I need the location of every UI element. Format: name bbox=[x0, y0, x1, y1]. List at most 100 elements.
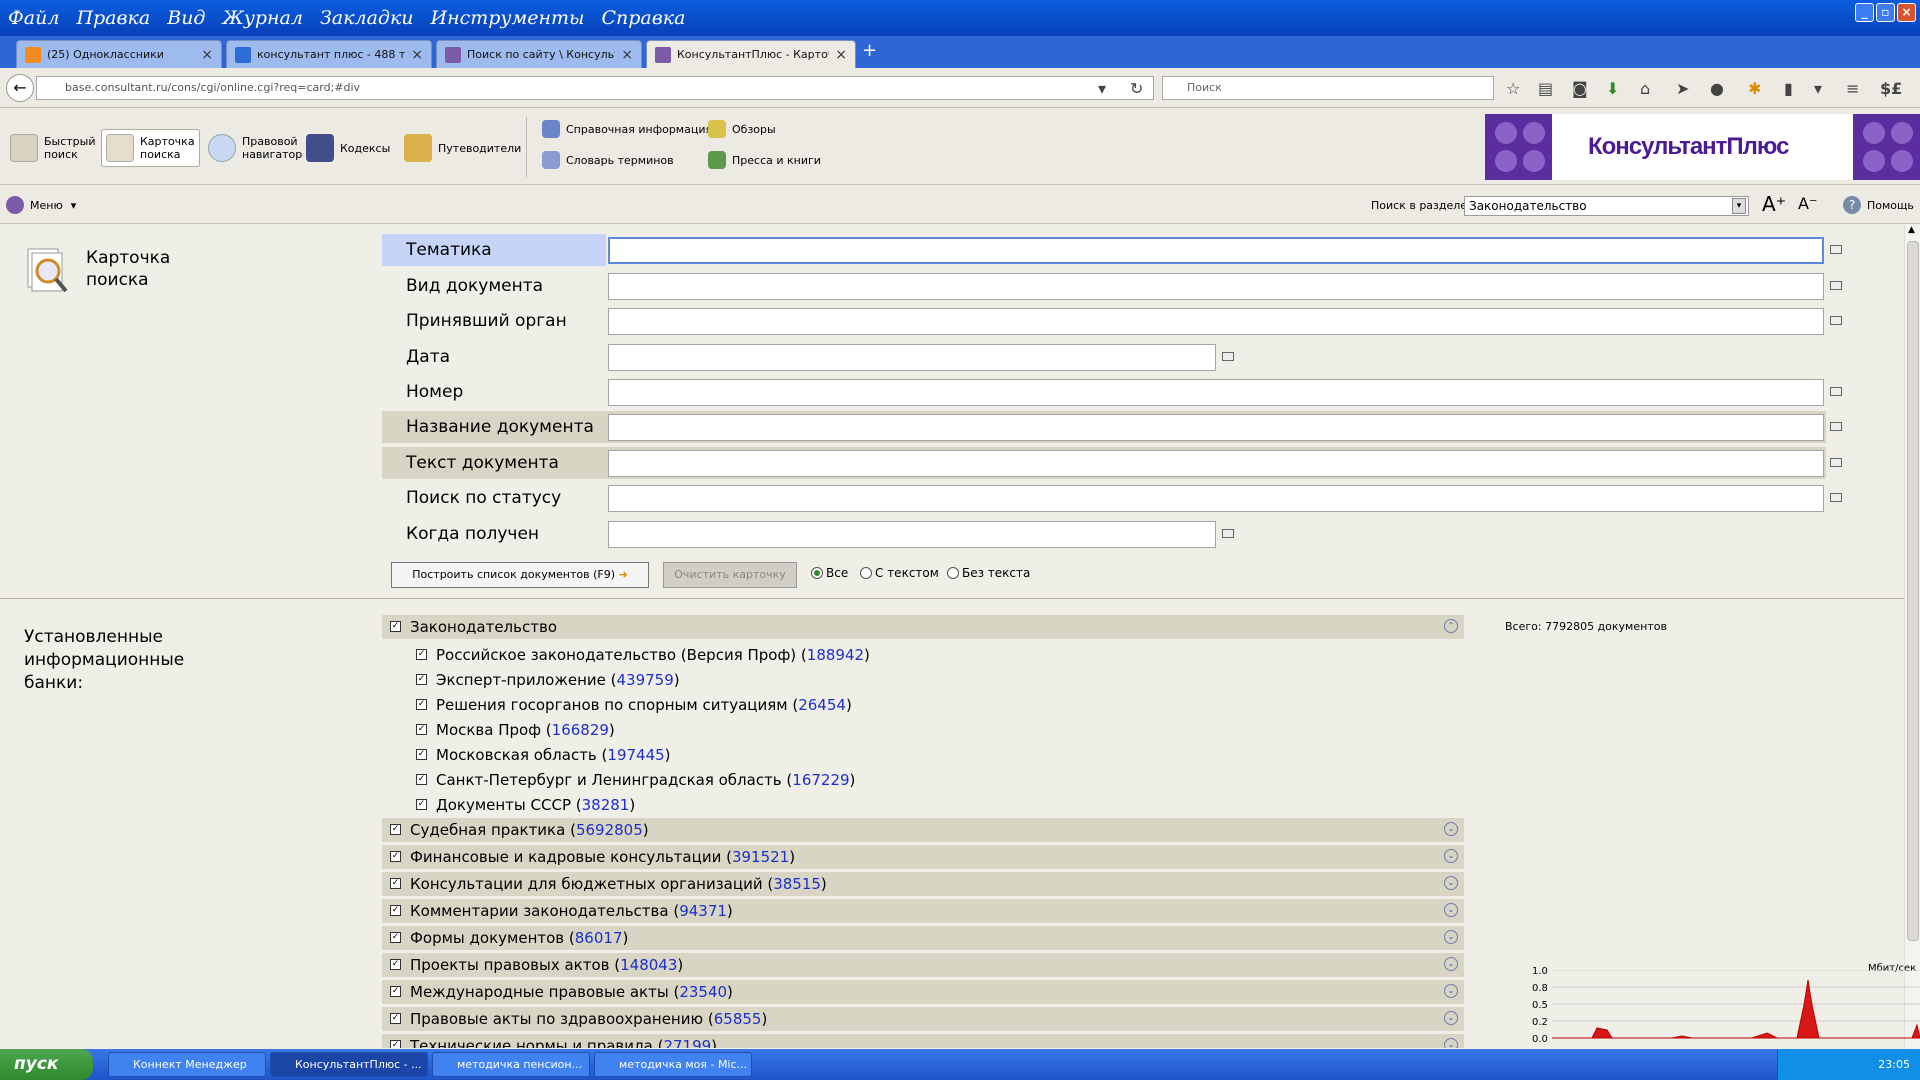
tab-consultant-card[interactable]: КонсультантПлюс - Карточ... × bbox=[646, 40, 856, 68]
search-card-button[interactable]: Карточка поиска bbox=[101, 129, 200, 167]
calendar-icon[interactable] bbox=[1222, 529, 1234, 538]
bank-group[interactable]: ✓ Технические нормы и правила (27199) ⌄ bbox=[382, 1034, 1464, 1048]
field-picker-icon[interactable] bbox=[1830, 493, 1842, 502]
field-picker-icon[interactable] bbox=[1830, 281, 1842, 290]
bank-subitem[interactable]: ✓ Решения госорганов по спорным ситуациям… bbox=[382, 693, 1464, 717]
home-icon[interactable]: ⌂ bbox=[1640, 79, 1650, 98]
dropdown-arrow-icon[interactable]: ▾ bbox=[1098, 79, 1106, 98]
field-picker-icon[interactable] bbox=[1830, 387, 1842, 396]
field-picker-icon[interactable] bbox=[1830, 245, 1842, 254]
checkbox[interactable]: ✓ bbox=[416, 774, 427, 785]
bank-group[interactable]: ✓ Финансовые и кадровые консультации (391… bbox=[382, 845, 1464, 869]
bank-subitem[interactable]: ✓ Эксперт-приложение (439759) bbox=[382, 668, 1464, 692]
font-decrease-icon[interactable]: A⁻ bbox=[1798, 194, 1817, 213]
send-icon[interactable]: ➤ bbox=[1676, 79, 1689, 98]
tab-search-results[interactable]: консультант плюс - 488 ты... × bbox=[226, 40, 432, 68]
received-input[interactable] bbox=[608, 521, 1216, 548]
field-picker-icon[interactable] bbox=[1830, 316, 1842, 325]
expand-icon[interactable]: ⌄ bbox=[1444, 1011, 1458, 1025]
bank-count-link[interactable]: 38281 bbox=[582, 796, 630, 814]
bank-group[interactable]: ✓ Комментарии законодательства (94371) ⌄ bbox=[382, 899, 1464, 923]
bank-count-link[interactable]: 27199 bbox=[663, 1037, 711, 1048]
bank-group[interactable]: ✓ Судебная практика (5692805) ⌄ bbox=[382, 818, 1464, 842]
radio-all[interactable]: Все bbox=[811, 566, 848, 580]
field-label-received[interactable]: Когда получен bbox=[382, 518, 606, 550]
field-picker-icon[interactable] bbox=[1830, 458, 1842, 467]
download-icon[interactable]: ⬇ bbox=[1606, 79, 1619, 98]
checkbox[interactable]: ✓ bbox=[390, 1013, 401, 1024]
field-label-doc-name[interactable]: Название документа bbox=[382, 411, 606, 443]
help-button[interactable]: ? Помощь bbox=[1843, 196, 1914, 214]
chat-icon[interactable]: ● bbox=[1710, 79, 1724, 98]
reference-info-button[interactable]: Справочная информация bbox=[542, 119, 712, 139]
field-label-doc-type[interactable]: Вид документа bbox=[382, 270, 606, 302]
expand-icon[interactable]: ⌄ bbox=[1444, 984, 1458, 998]
section-select[interactable]: Законодательство ▾ bbox=[1464, 196, 1749, 216]
main-menu-button[interactable]: Меню ▾ bbox=[6, 196, 76, 214]
task-consultant[interactable]: КонсультантПлюс - ... bbox=[270, 1052, 428, 1077]
bank-count-link[interactable]: 166829 bbox=[552, 721, 609, 739]
expand-icon[interactable]: ⌄ bbox=[1444, 930, 1458, 944]
search-input[interactable]: Поиск bbox=[1162, 76, 1494, 100]
bank-group[interactable]: ✓ Международные правовые акты (23540) ⌄ bbox=[382, 980, 1464, 1004]
clear-card-button[interactable]: Очистить карточку bbox=[663, 562, 797, 588]
pocket-icon[interactable]: ◙ bbox=[1572, 79, 1588, 98]
currency-icon[interactable]: $£ bbox=[1880, 79, 1902, 98]
checkbox[interactable]: ✓ bbox=[416, 724, 427, 735]
expand-icon[interactable]: ⌄ bbox=[1444, 1038, 1458, 1048]
menu-bookmarks[interactable]: Закладки bbox=[320, 7, 414, 29]
checkbox[interactable]: ✓ bbox=[390, 851, 401, 862]
field-label-topic[interactable]: Тематика bbox=[382, 234, 606, 266]
menu-view[interactable]: Вид bbox=[167, 7, 205, 29]
checkbox[interactable]: ✓ bbox=[416, 674, 427, 685]
checkbox[interactable]: ✓ bbox=[390, 932, 401, 943]
expand-icon[interactable]: ⌄ bbox=[1444, 822, 1458, 836]
tab-odnoklassniki[interactable]: (25) Одноклассники × bbox=[16, 40, 222, 68]
radio-without-text[interactable]: Без текста bbox=[947, 566, 1030, 580]
bank-group[interactable]: ✓ Консультации для бюджетных организаций … bbox=[382, 872, 1464, 896]
bank-subitem[interactable]: ✓ Москва Проф (166829) bbox=[382, 718, 1464, 742]
scroll-thumb[interactable] bbox=[1907, 241, 1919, 941]
close-tab-icon[interactable]: × bbox=[411, 47, 423, 63]
date-input[interactable] bbox=[608, 344, 1216, 371]
addon-icon[interactable]: ✱ bbox=[1748, 79, 1761, 98]
close-tab-icon[interactable]: × bbox=[621, 47, 633, 63]
task-folder[interactable]: методичка пенсион... bbox=[432, 1052, 590, 1077]
number-input[interactable] bbox=[608, 379, 1824, 406]
bank-count-link[interactable]: 188942 bbox=[807, 646, 864, 664]
field-label-doc-text[interactable]: Текст документа bbox=[382, 447, 606, 479]
start-button[interactable]: пуск bbox=[0, 1049, 93, 1080]
topic-input[interactable] bbox=[608, 237, 1824, 264]
bank-count-link[interactable]: 439759 bbox=[616, 671, 673, 689]
clipboard-icon[interactable]: ▮ bbox=[1784, 79, 1793, 98]
bank-count-link[interactable]: 94371 bbox=[679, 902, 727, 920]
checkbox[interactable]: ✓ bbox=[390, 621, 401, 632]
bank-count-link[interactable]: 197445 bbox=[607, 746, 664, 764]
task-word-doc[interactable]: методичка моя - Mic... bbox=[594, 1052, 752, 1077]
bank-count-link[interactable]: 391521 bbox=[732, 848, 789, 866]
checkbox[interactable]: ✓ bbox=[390, 905, 401, 916]
calendar-icon[interactable] bbox=[1222, 352, 1234, 361]
vertical-scrollbar[interactable]: ▲ bbox=[1904, 225, 1920, 1049]
checkbox[interactable]: ✓ bbox=[390, 959, 401, 970]
field-picker-icon[interactable] bbox=[1830, 422, 1842, 431]
menu-tools[interactable]: Инструменты bbox=[431, 7, 585, 29]
bank-count-link[interactable]: 38515 bbox=[773, 875, 821, 893]
doc-name-input[interactable] bbox=[608, 414, 1824, 441]
tab-site-search[interactable]: Поиск по сайту \ Консульта... × bbox=[436, 40, 642, 68]
checkbox[interactable]: ✓ bbox=[416, 799, 427, 810]
bank-count-link[interactable]: 26454 bbox=[798, 696, 846, 714]
task-connect-manager[interactable]: Коннект Менеджер bbox=[108, 1052, 266, 1077]
expand-icon[interactable]: ⌄ bbox=[1444, 876, 1458, 890]
menu-help[interactable]: Справка bbox=[601, 7, 685, 29]
quick-search-button[interactable]: Быстрый поиск bbox=[10, 129, 96, 167]
bookmark-star-icon[interactable]: ☆ bbox=[1506, 79, 1520, 98]
checkbox[interactable]: ✓ bbox=[416, 649, 427, 660]
expand-icon[interactable]: ⌄ bbox=[1444, 903, 1458, 917]
expand-icon[interactable]: ⌄ bbox=[1444, 849, 1458, 863]
bank-count-link[interactable]: 23540 bbox=[679, 983, 727, 1001]
menu-history[interactable]: Журнал bbox=[222, 7, 302, 29]
codes-button[interactable]: Кодексы bbox=[306, 129, 390, 167]
checkbox[interactable]: ✓ bbox=[416, 699, 427, 710]
menu-file[interactable]: Файл bbox=[8, 7, 59, 29]
